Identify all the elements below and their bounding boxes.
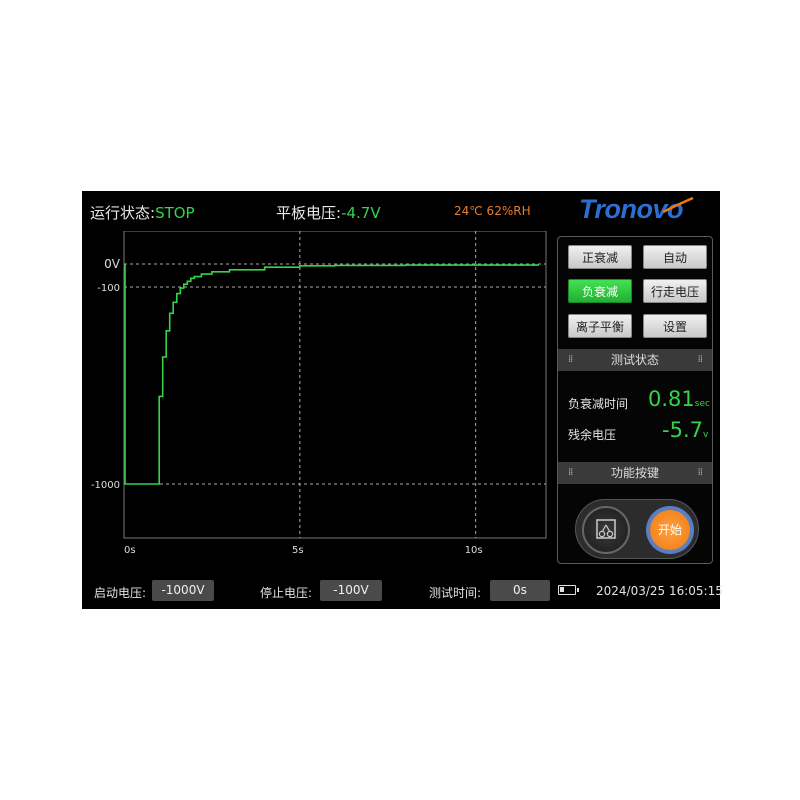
y-tick-label: 0V — [104, 257, 121, 271]
start-button-ring: 开始 — [646, 506, 694, 554]
x-tick-label: 0s — [124, 545, 136, 556]
start-voltage-field[interactable]: -1000V — [152, 580, 214, 601]
positive-decay-button[interactable]: 正衰减 — [568, 245, 632, 269]
stop-voltage-label: 停止电压: — [260, 586, 313, 600]
ion-balance-button[interactable]: 离子平衡 — [568, 314, 632, 338]
control-pad: 开始 — [575, 499, 699, 559]
x-tick-label: 5s — [292, 545, 304, 556]
residual-voltage-label: 残余电压 — [568, 428, 617, 442]
grip-icon: ⁞⁞ — [697, 467, 703, 478]
residual-voltage-unit: v — [702, 430, 709, 440]
x-tick-label: 10s — [465, 545, 483, 556]
start-button[interactable]: 开始 — [650, 510, 690, 550]
test-time-field[interactable]: 0s — [490, 580, 550, 601]
voltage-chart: 0V -100 -1000 0s 5s 10s — [91, 231, 547, 556]
function-keys-title: 功能按键 — [610, 466, 659, 480]
datetime: 2024/03/25 16:05:15 — [596, 584, 723, 598]
y-tick-label: -100 — [97, 283, 120, 294]
walking-voltage-button[interactable]: 行走电压 — [643, 279, 707, 303]
device-screen: 运行状态:STOP 平板电压:-4.7V 24℃ 62%RH Tronovo 0… — [82, 191, 723, 609]
decay-time-label: 负衰减时间 — [568, 397, 629, 411]
residual-voltage-value: -5.7 — [662, 418, 703, 442]
grip-icon: ⁞⁞ — [568, 467, 573, 478]
battery-icon — [558, 585, 579, 595]
plate-voltage-label: 平板电压: — [276, 204, 342, 222]
grip-icon: ⁞⁞ — [697, 354, 703, 365]
negative-decay-button[interactable]: 负衰减 — [568, 279, 632, 303]
auto-button[interactable]: 自动 — [643, 245, 707, 269]
settings-button[interactable]: 设置 — [643, 314, 707, 338]
test-status-title: 测试状态 — [610, 353, 659, 367]
header-bar: 运行状态:STOP 平板电压:-4.7V 24℃ 62%RH Tronovo — [82, 191, 720, 231]
plate-voltage: 平板电压:-4.7V — [276, 202, 381, 223]
fan-icon — [596, 519, 616, 539]
function-keys-header: ⁞⁞ 功能按键 ⁞⁞ — [558, 462, 712, 484]
run-status: 运行状态:STOP — [90, 202, 195, 223]
run-status-label: 运行状态: — [90, 204, 156, 222]
y-tick-label: -1000 — [91, 480, 120, 491]
logo-swoosh-icon — [662, 196, 694, 214]
decay-time-unit: sec — [694, 399, 710, 409]
series-line — [124, 264, 539, 485]
test-status-header: ⁞⁞ 测试状态 ⁞⁞ — [558, 349, 712, 371]
plot-frame — [123, 231, 547, 539]
residual-voltage-readout: -5.7v — [662, 418, 708, 442]
test-time-label: 测试时间: — [429, 586, 482, 600]
stop-voltage-field[interactable]: -100V — [320, 580, 382, 601]
decay-time-value: 0.81 — [648, 387, 695, 411]
environment-readout: 24℃ 62%RH — [454, 204, 531, 218]
grip-icon: ⁞⁞ — [568, 354, 573, 365]
fan-button[interactable] — [582, 506, 630, 554]
start-voltage-label: 启动电压: — [94, 586, 147, 600]
run-status-value: STOP — [155, 204, 195, 222]
side-panel: 正衰减 自动 负衰减 行走电压 离子平衡 设置 ⁞⁞ 测试状态 ⁞⁞ 负衰减时间… — [557, 236, 713, 564]
decay-time-readout: 0.81sec — [648, 387, 710, 411]
plate-voltage-value: -4.7V — [341, 204, 381, 222]
